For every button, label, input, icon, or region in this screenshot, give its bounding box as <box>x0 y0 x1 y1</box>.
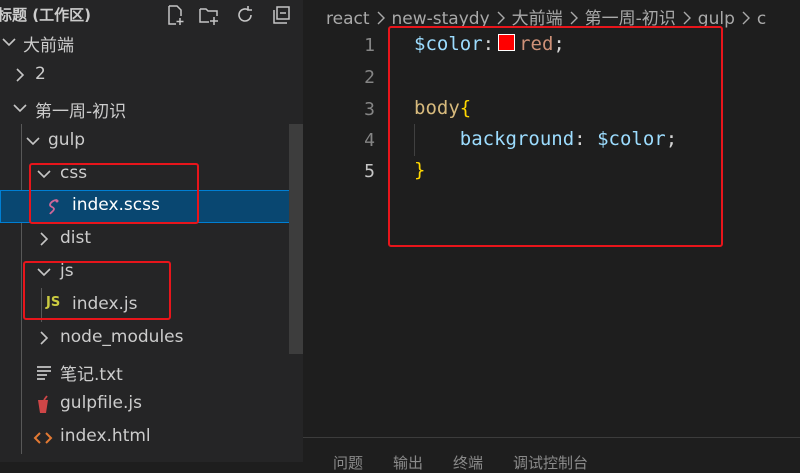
tree-folder[interactable]: css <box>0 158 303 191</box>
line-number: 2 <box>364 67 375 88</box>
tab-output[interactable]: 输出 <box>393 454 423 472</box>
tree-item-label: 2 <box>35 64 46 84</box>
code-token: $color <box>414 33 483 55</box>
tree-folder[interactable]: js <box>0 256 303 289</box>
text-file-icon <box>34 362 54 382</box>
code-token: background <box>459 128 575 150</box>
breadcrumb: react new-staydy 大前端 第一周-初识 gulp c <box>326 4 766 29</box>
code-token: { <box>459 97 472 119</box>
chevron-right-icon <box>35 329 53 347</box>
sidebar-scrollbar-thumb[interactable] <box>289 124 303 354</box>
code-line[interactable]: } <box>414 159 425 181</box>
chevron-down-icon <box>35 263 53 281</box>
tree-file[interactable]: 笔记.txt <box>0 355 303 388</box>
color-swatch[interactable] <box>498 34 516 51</box>
chevron-right-icon <box>566 10 582 26</box>
chevron-right-icon <box>35 230 53 248</box>
line-number: 1 <box>364 35 375 56</box>
code-token: : <box>574 128 586 150</box>
new-folder-icon[interactable] <box>198 4 220 26</box>
breadcrumb-item[interactable]: new-staydy <box>392 9 490 29</box>
tab-terminal[interactable]: 终端 <box>453 454 483 472</box>
refresh-icon[interactable] <box>234 4 256 26</box>
panel-tabs: 问题 输出 终端 调试控制台 <box>333 452 618 473</box>
tree-folder[interactable]: 第一周-初识 <box>0 92 303 125</box>
tree-item-label: node_modules <box>60 327 184 347</box>
tree-item-label: css <box>60 163 88 183</box>
explorer-sidebar: 标题 (工作区) 大前端 2 第一周-初识 gulp css index.scs… <box>0 0 303 462</box>
gulp-file-icon <box>33 395 53 415</box>
tree-file-selected[interactable]: index.scss <box>0 190 303 223</box>
chevron-right-icon <box>738 10 754 26</box>
tree-item-label: index.html <box>60 426 151 446</box>
sass-file-icon <box>45 197 65 217</box>
code-token: $color <box>597 128 666 150</box>
chevron-down-icon <box>35 165 53 183</box>
breadcrumb-item[interactable]: 大前端 <box>512 9 563 29</box>
tab-problems[interactable]: 问题 <box>333 454 363 472</box>
chevron-right-icon <box>11 66 29 84</box>
tree-folder[interactable]: 2 <box>0 59 303 92</box>
tree-folder[interactable]: node_modules <box>0 322 303 355</box>
collapse-all-icon[interactable] <box>270 4 292 26</box>
tree-item-label: js <box>60 261 74 281</box>
tree-item-label: gulpfile.js <box>60 393 142 413</box>
chevron-down-icon <box>0 33 18 51</box>
chevron-right-icon <box>493 10 509 26</box>
tree-item-label: 大前端 <box>23 36 74 56</box>
new-file-icon[interactable] <box>164 4 186 26</box>
chevron-right-icon <box>373 10 389 26</box>
code-token: : <box>482 33 495 55</box>
breadcrumb-item[interactable]: react <box>326 9 370 29</box>
chevron-down-icon <box>11 99 29 117</box>
tree-folder[interactable]: gulp <box>0 125 303 158</box>
chevron-right-icon <box>679 10 695 26</box>
code-token: } <box>414 159 426 181</box>
tab-debug-console[interactable]: 调试控制台 <box>513 454 588 472</box>
tree-folder[interactable]: dist <box>0 223 303 256</box>
tree-item-label: dist <box>60 228 92 248</box>
breadcrumb-item[interactable]: gulp <box>698 9 735 29</box>
tree-item-label: index.js <box>72 294 138 314</box>
workspace-title: 标题 (工作区) <box>0 6 91 24</box>
tree-file[interactable]: index.html <box>0 421 303 454</box>
tree-folder-root[interactable]: 大前端 <box>0 26 303 59</box>
tree-item-label: index.scss <box>72 195 160 215</box>
code-line[interactable]: background: $color; <box>414 128 677 150</box>
tree-item-label: gulp <box>48 130 86 150</box>
breadcrumb-item[interactable]: 第一周-初识 <box>585 9 676 29</box>
code-line[interactable]: $color: red; <box>414 33 565 55</box>
panel-border <box>303 437 800 438</box>
breadcrumb-item[interactable]: c <box>757 9 766 29</box>
html-file-icon <box>33 428 53 448</box>
line-number-active: 5 <box>364 161 375 182</box>
chevron-down-icon <box>24 132 42 150</box>
code-token: red <box>519 33 554 55</box>
editor-pane: react new-staydy 大前端 第一周-初识 gulp c 1 2 3 4 5 … <box>303 0 800 472</box>
code-line[interactable]: body{ <box>414 97 471 119</box>
code-token: body <box>414 97 460 119</box>
tree-file[interactable]: gulpfile.js <box>0 388 303 421</box>
code-token: ; <box>553 33 565 55</box>
line-number: 3 <box>364 99 375 120</box>
code-token: ; <box>665 128 678 150</box>
line-number: 4 <box>364 130 375 151</box>
tree-item-label: 第一周-初识 <box>35 102 127 122</box>
tree-file[interactable]: JS index.js <box>0 289 303 322</box>
tree-item-label: 笔记.txt <box>60 365 123 385</box>
js-file-icon: JS <box>46 295 61 310</box>
